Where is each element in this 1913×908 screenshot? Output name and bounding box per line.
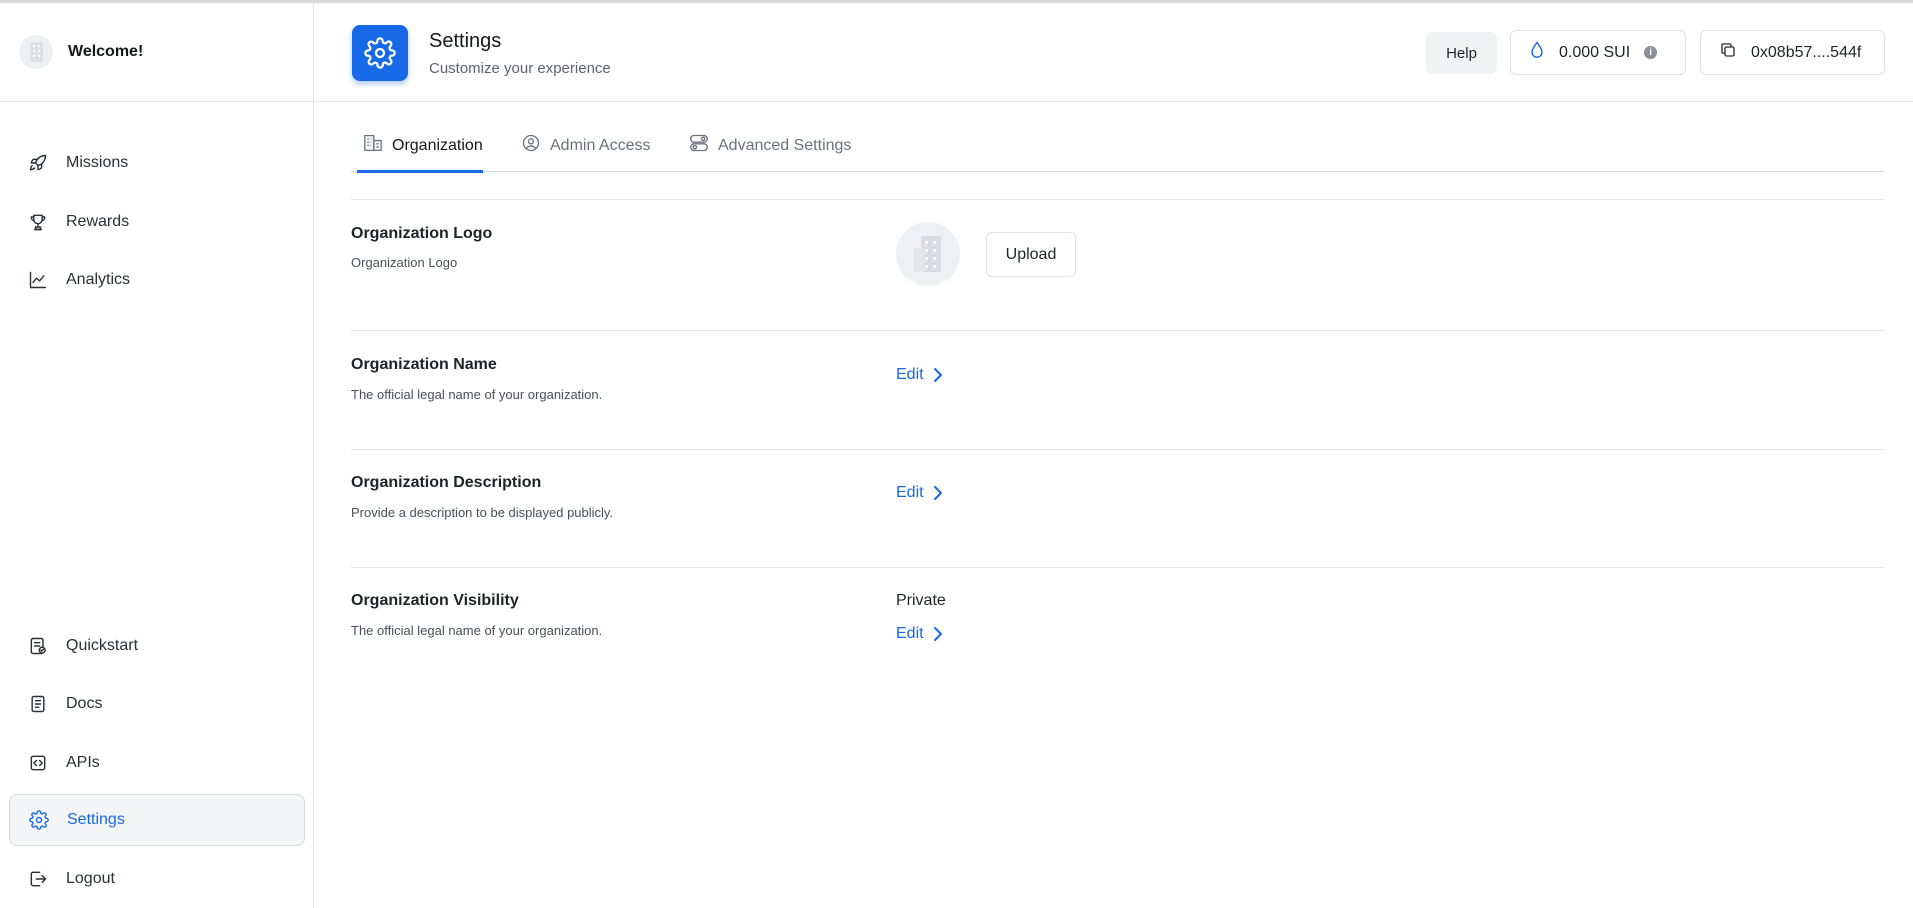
logo-section-description: Organization Logo <box>351 255 458 270</box>
organization-logo-placeholder <box>896 222 960 286</box>
visibility-section-description: The official legal name of your organiza… <box>351 623 603 638</box>
info-icon[interactable]: i <box>1644 46 1658 59</box>
settings-tabs: Organization Admin Access Advanced Setti… <box>351 119 1884 173</box>
sidebar-item-label: Docs <box>66 695 103 712</box>
chevron-right-icon <box>933 485 943 501</box>
help-button[interactable]: Help <box>1426 32 1497 74</box>
toggles-icon <box>689 133 709 158</box>
divider <box>351 330 1884 331</box>
building-icon <box>363 134 383 157</box>
tab-admin-access[interactable]: Admin Access <box>521 119 650 172</box>
page-title: Settings <box>429 30 502 52</box>
line-chart-icon <box>27 269 49 291</box>
chevron-right-icon <box>933 626 943 642</box>
user-circle-icon <box>521 133 541 158</box>
document-icon <box>27 693 49 715</box>
edit-label: Edit <box>896 625 924 642</box>
tab-label: Organization <box>392 136 483 154</box>
description-section-title: Organization Description <box>351 474 542 491</box>
sidebar-item-label: APIs <box>66 754 100 771</box>
wallet-address-button[interactable]: 0x08b57....544f <box>1700 30 1885 75</box>
edit-label: Edit <box>896 366 924 383</box>
chevron-right-icon <box>933 367 943 383</box>
welcome-title: Welcome! <box>68 43 144 60</box>
edit-description-link[interactable]: Edit <box>896 484 943 502</box>
name-section-description: The official legal name of your organiza… <box>351 387 603 402</box>
sidebar-item-analytics[interactable]: Analytics <box>9 254 305 306</box>
trophy-icon <box>27 211 49 233</box>
name-section-title: Organization Name <box>351 356 497 373</box>
gear-icon <box>28 809 50 831</box>
divider <box>351 199 1884 200</box>
page-header: Settings Customize your experience Help … <box>315 3 1913 102</box>
sidebar-item-apis[interactable]: APIs <box>9 737 305 789</box>
sidebar-item-label: Missions <box>66 154 129 171</box>
upload-logo-button[interactable]: Upload <box>986 232 1076 277</box>
sidebar-item-missions[interactable]: Missions <box>9 137 305 189</box>
tab-organization[interactable]: Organization <box>357 119 483 173</box>
tab-label: Advanced Settings <box>718 136 852 154</box>
rocket-icon <box>27 152 49 174</box>
edit-label: Edit <box>896 484 924 501</box>
wallet-address: 0x08b57....544f <box>1751 43 1862 61</box>
edit-name-link[interactable]: Edit <box>896 366 943 384</box>
brand: Welcome! <box>0 3 313 102</box>
divider <box>351 567 1884 568</box>
sidebar-item-label: Rewards <box>66 213 130 230</box>
copy-icon <box>1719 41 1737 64</box>
visibility-section-title: Organization Visibility <box>351 592 519 609</box>
checklist-icon <box>27 635 49 657</box>
tab-label: Admin Access <box>550 136 651 154</box>
visibility-value: Private <box>896 592 946 609</box>
sidebar-item-label: Logout <box>66 870 115 887</box>
settings-gear-icon <box>352 25 408 81</box>
sidebar-item-settings[interactable]: Settings <box>9 794 305 846</box>
sidebar: Welcome! Missions Rewards Analytics Quic… <box>0 3 314 908</box>
tab-advanced-settings[interactable]: Advanced Settings <box>689 119 851 172</box>
description-section-description: Provide a description to be displayed pu… <box>351 505 614 520</box>
sidebar-item-quickstart[interactable]: Quickstart <box>9 620 305 672</box>
organization-avatar <box>19 35 53 69</box>
sidebar-item-docs[interactable]: Docs <box>9 678 305 730</box>
sidebar-item-logout[interactable]: Logout <box>9 853 305 905</box>
logout-icon <box>27 868 49 890</box>
sidebar-item-label: Quickstart <box>66 637 139 654</box>
sidebar-item-label: Analytics <box>66 271 131 288</box>
page-subtitle: Customize your experience <box>429 60 611 77</box>
wallet-balance-button[interactable]: 0.000 SUI i <box>1510 30 1686 75</box>
code-icon <box>27 752 49 774</box>
sidebar-item-label: Settings <box>67 811 125 828</box>
logo-section-title: Organization Logo <box>351 225 493 242</box>
edit-visibility-link[interactable]: Edit <box>896 625 943 643</box>
divider <box>351 449 1884 450</box>
balance-value: 0.000 SUI <box>1559 43 1631 61</box>
droplet-icon <box>1529 41 1545 64</box>
sidebar-item-rewards[interactable]: Rewards <box>9 196 305 248</box>
